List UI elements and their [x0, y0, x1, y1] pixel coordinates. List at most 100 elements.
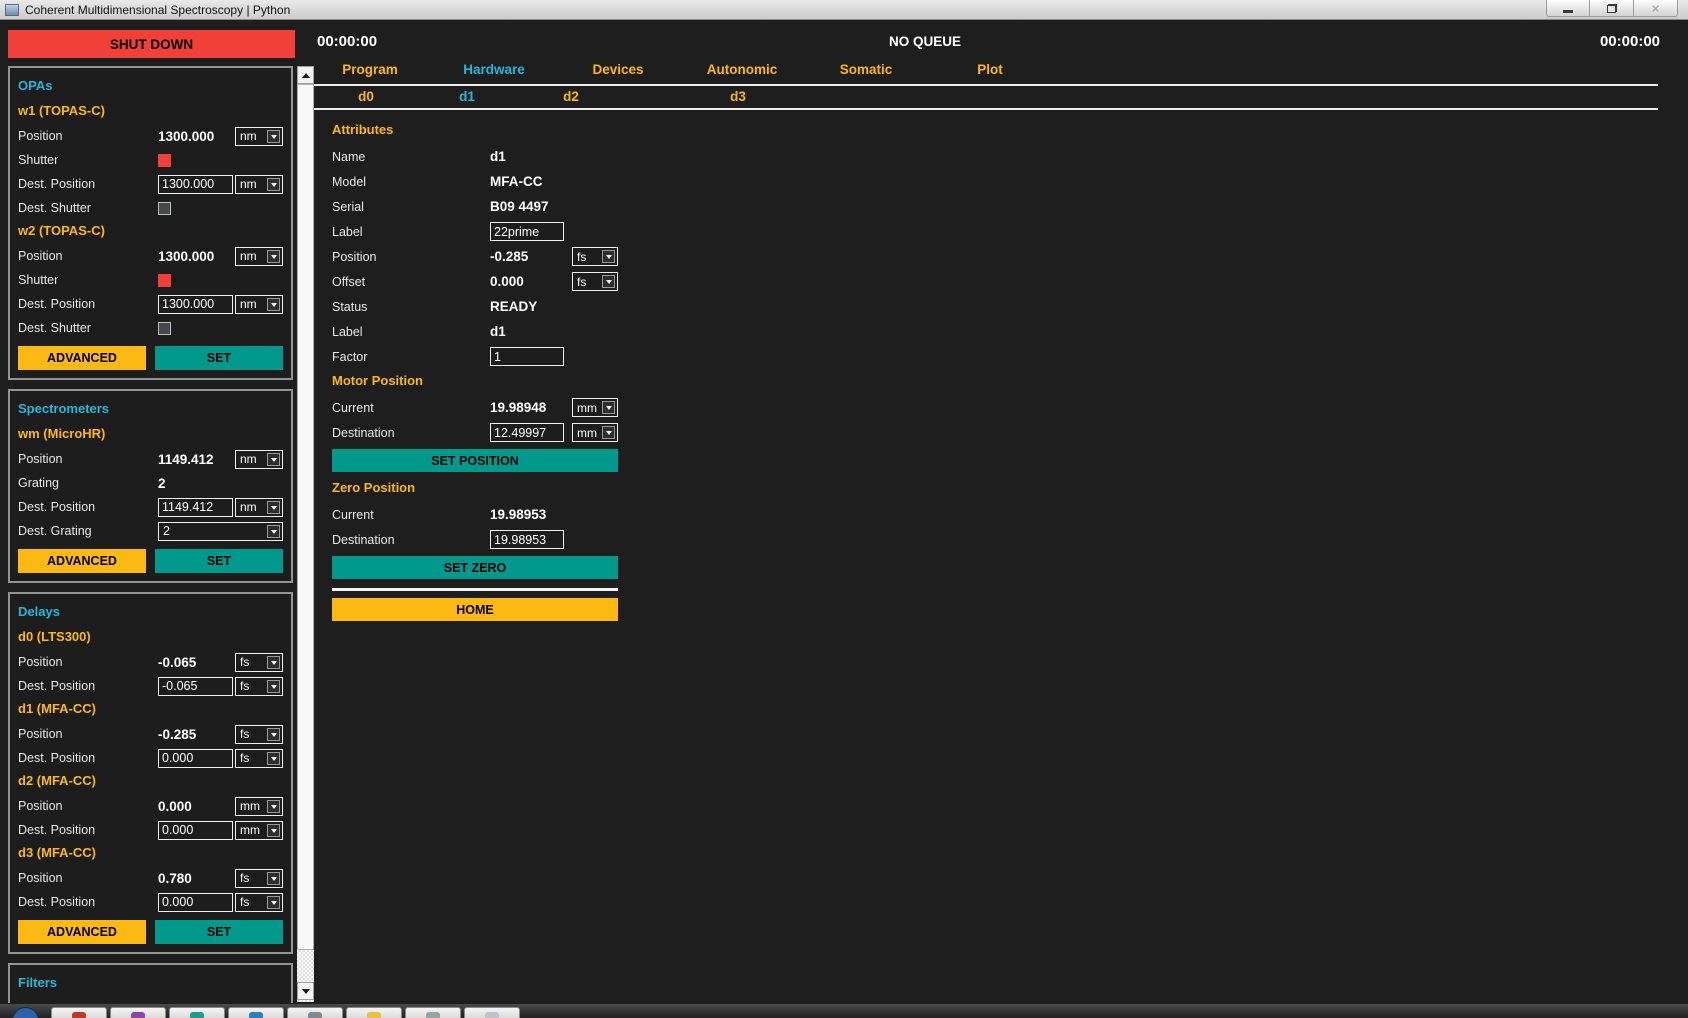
home-button[interactable]: HOME [332, 598, 618, 621]
taskbar-app-button[interactable] [110, 1007, 166, 1018]
dest-position-input[interactable] [158, 749, 233, 768]
unit-dropdown[interactable]: mm [235, 821, 283, 840]
dropdown-arrow-icon[interactable] [602, 401, 615, 414]
motor-destination-input[interactable] [490, 423, 564, 442]
d3-dest-position-row: Dest. Position fs [18, 890, 283, 914]
unit-label: mm [236, 823, 267, 837]
wm-dest-position-row: Dest. Position nm [18, 495, 283, 519]
restore-button[interactable] [1590, 0, 1634, 17]
unit-dropdown[interactable]: fs [235, 653, 283, 672]
dropdown-arrow-icon[interactable] [267, 728, 280, 741]
unit-dropdown[interactable]: fs [235, 725, 283, 744]
device-header-wm: wm (MicroHR) [18, 423, 283, 447]
sidebar-scrollbar[interactable] [297, 66, 314, 1002]
zero-destination-input[interactable] [490, 530, 564, 549]
set-button[interactable]: SET [155, 549, 283, 573]
subtab-d0[interactable]: d0 [358, 89, 374, 104]
tab-hardware[interactable]: Hardware [432, 62, 556, 77]
dropdown-arrow-icon[interactable] [602, 250, 615, 263]
w2-dest-position-row: Dest. Position nm [18, 292, 283, 316]
minimize-button[interactable] [1546, 0, 1590, 17]
dropdown-arrow-icon[interactable] [267, 896, 280, 909]
dest-position-input[interactable] [158, 821, 233, 840]
scroll-up-arrow-icon[interactable] [297, 66, 314, 84]
taskbar-app-button[interactable] [346, 1007, 402, 1018]
taskbar-app-button[interactable] [51, 1007, 107, 1018]
unit-dropdown[interactable]: fs [572, 272, 618, 291]
dest-position-input[interactable] [158, 893, 233, 912]
scrollbar-thumb[interactable] [297, 84, 314, 950]
dest-position-input[interactable] [158, 175, 233, 194]
unit-dropdown[interactable]: fs [235, 893, 283, 912]
dropdown-arrow-icon[interactable] [267, 752, 280, 765]
taskbar-app-button[interactable] [464, 1007, 520, 1018]
dropdown-arrow-icon[interactable] [267, 250, 280, 263]
advanced-button[interactable]: ADVANCED [18, 346, 146, 370]
unit-label: mm [573, 426, 602, 440]
dropdown-arrow-icon[interactable] [602, 275, 615, 288]
unit-dropdown[interactable]: nm [235, 450, 283, 469]
unit-dropdown[interactable]: nm [235, 498, 283, 517]
tab-plot[interactable]: Plot [928, 62, 1052, 77]
set-position-button[interactable]: SET POSITION [332, 449, 618, 472]
unit-dropdown[interactable]: nm [235, 127, 283, 146]
advanced-button[interactable]: ADVANCED [18, 920, 146, 944]
unit-dropdown[interactable]: mm [572, 423, 618, 442]
set-zero-button[interactable]: SET ZERO [332, 556, 618, 579]
tab-devices[interactable]: Devices [556, 62, 680, 77]
unit-dropdown[interactable]: fs [235, 749, 283, 768]
subtab-d1[interactable]: d1 [459, 89, 475, 104]
set-button[interactable]: SET [155, 920, 283, 944]
unit-label: fs [573, 275, 602, 289]
name-value: d1 [490, 149, 506, 164]
subtab-d2[interactable]: d2 [563, 89, 579, 104]
dropdown-arrow-icon[interactable] [267, 824, 280, 837]
dest-grating-select[interactable]: 2 [158, 522, 283, 541]
tab-program[interactable]: Program [308, 62, 432, 77]
unit-dropdown[interactable]: nm [235, 247, 283, 266]
shutdown-button[interactable]: SHUT DOWN [8, 30, 295, 58]
unit-dropdown[interactable]: fs [572, 247, 618, 266]
dropdown-arrow-icon[interactable] [267, 298, 280, 311]
taskbar-app-button[interactable] [228, 1007, 284, 1018]
close-button[interactable]: × [1634, 0, 1678, 17]
taskbar-app-button[interactable] [287, 1007, 343, 1018]
unit-dropdown[interactable]: fs [235, 869, 283, 888]
dest-shutter-checkbox[interactable] [158, 202, 171, 215]
tab-autonomic[interactable]: Autonomic [680, 62, 804, 77]
dropdown-arrow-icon[interactable] [267, 453, 280, 466]
dropdown-arrow-icon[interactable] [602, 426, 615, 439]
unit-dropdown[interactable]: mm [235, 797, 283, 816]
dest-position-input[interactable] [158, 498, 233, 517]
dropdown-arrow-icon[interactable] [267, 800, 280, 813]
dropdown-arrow-icon[interactable] [267, 872, 280, 885]
tab-somatic[interactable]: Somatic [804, 62, 928, 77]
unit-label: nm [236, 500, 267, 514]
taskbar-app-button[interactable] [405, 1007, 461, 1018]
unit-dropdown[interactable]: fs [235, 677, 283, 696]
start-orb[interactable] [12, 1007, 39, 1018]
w2-dest-shutter-row: Dest. Shutter [18, 316, 283, 340]
dest-shutter-checkbox[interactable] [158, 322, 171, 335]
set-button[interactable]: SET [155, 346, 283, 370]
dropdown-arrow-icon[interactable] [267, 178, 280, 191]
dropdown-arrow-icon[interactable] [267, 525, 280, 538]
factor-input[interactable] [490, 347, 564, 366]
dropdown-arrow-icon[interactable] [267, 130, 280, 143]
label-input[interactable] [490, 222, 564, 241]
dest-position-input[interactable] [158, 677, 233, 696]
dropdown-arrow-icon[interactable] [267, 656, 280, 669]
unit-dropdown[interactable]: nm [235, 175, 283, 194]
dest-position-input[interactable] [158, 295, 233, 314]
dropdown-arrow-icon[interactable] [267, 501, 280, 514]
subtab-d3[interactable]: d3 [730, 89, 746, 104]
device-header-d3: d3 (MFA-CC) [18, 842, 283, 866]
dropdown-arrow-icon[interactable] [267, 680, 280, 693]
advanced-button[interactable]: ADVANCED [18, 549, 146, 573]
taskbar-app-button[interactable] [169, 1007, 225, 1018]
unit-label: fs [573, 250, 602, 264]
unit-label: nm [236, 177, 267, 191]
unit-dropdown[interactable]: nm [235, 295, 283, 314]
scroll-down-arrow-icon[interactable] [297, 982, 314, 1000]
unit-dropdown[interactable]: mm [572, 398, 618, 417]
